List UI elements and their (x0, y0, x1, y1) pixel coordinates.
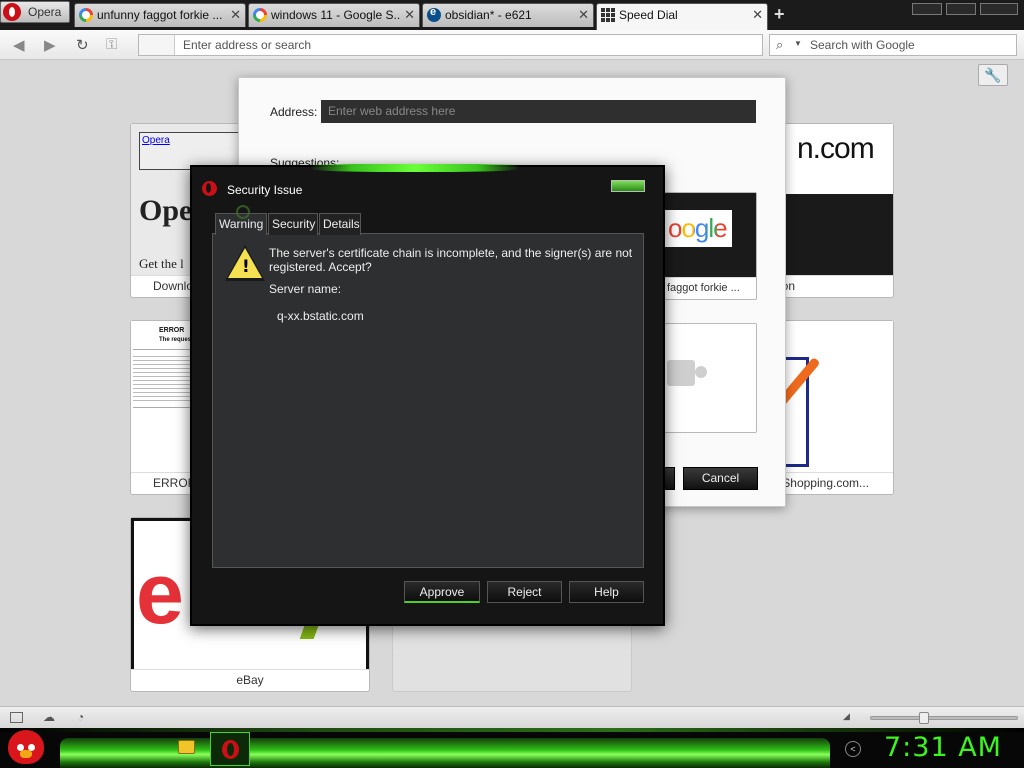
tile-caption: faggot forkie ... (665, 277, 756, 299)
address-label: Address: (270, 105, 318, 119)
address-bar[interactable]: Enter address or search (138, 34, 763, 56)
tray-arrow-icon[interactable]: < (845, 741, 861, 757)
taskbar: < 7:31 AM (0, 728, 1024, 768)
warning-message: The server's certificate chain is incomp… (269, 246, 633, 274)
minimize-icon[interactable] (912, 3, 942, 15)
opera-menu-button[interactable]: Opera (0, 1, 70, 23)
thumbnail-heading: ERROR (159, 327, 185, 334)
opera-logo-icon (3, 3, 21, 21)
ebay-logo-text: e (136, 546, 184, 642)
maximize-icon[interactable] (946, 3, 976, 15)
divider (133, 407, 193, 408)
speedometer-icon[interactable]: ◔ (77, 710, 93, 724)
dialog-title: Security Issue (227, 183, 303, 197)
window-controls (912, 3, 1018, 15)
taskbar-green-band (60, 738, 830, 768)
speed-dial-empty-tile[interactable] (392, 621, 632, 692)
puzzle-piece-knob (695, 366, 707, 378)
suggestion-google[interactable]: oogle faggot forkie ... (664, 192, 757, 300)
tab-title: obsidian* - e621 (445, 8, 532, 22)
google-icon (253, 8, 267, 22)
cancel-button[interactable]: Cancel (683, 467, 758, 490)
security-issue-dialog: Security Issue Warning Security Details … (190, 164, 665, 626)
suggestion-extension[interactable] (664, 323, 757, 433)
site-info-area[interactable] (139, 35, 175, 55)
taskbar-top-glow (0, 728, 1024, 732)
cloud-icon[interactable]: ☁ (43, 710, 59, 724)
wrench-icon[interactable]: 🔧 (978, 64, 1008, 86)
tile-caption: eBay (131, 669, 369, 691)
puzzle-piece-icon (667, 360, 695, 386)
thumbnail-subtext: Get the l (139, 256, 184, 271)
tab-obsidian[interactable]: obsidian* - e621 ✕ (422, 3, 594, 27)
tab-unfunny[interactable]: unfunny faggot forkie ... ✕ (74, 3, 246, 27)
close-icon[interactable]: ✕ (578, 7, 589, 23)
google-logo-area: oogle (665, 210, 732, 247)
search-placeholder: Search with Google (810, 38, 915, 52)
opera-menu-label: Opera (28, 5, 62, 19)
web-address-input[interactable]: Enter web address here (321, 100, 756, 123)
dialog-glow (310, 164, 520, 172)
thumbnail-heading: Ope (139, 194, 193, 227)
thumbnail-link: Opera (142, 135, 170, 146)
chevron-down-icon[interactable]: ▼ (794, 39, 802, 48)
bird-beak (20, 750, 32, 758)
opera-logo-icon (202, 181, 217, 196)
warning-icon: ! (225, 245, 265, 281)
tab-details[interactable]: Details (319, 213, 361, 235)
tab-security[interactable]: Security (268, 213, 318, 235)
new-tab-icon[interactable]: + (774, 4, 785, 25)
reject-button[interactable]: Reject (487, 581, 562, 603)
tab-title: windows 11 - Google S... (271, 8, 401, 22)
e621-icon (427, 6, 441, 22)
tab-windows-11[interactable]: windows 11 - Google S... ✕ (248, 3, 420, 27)
busy-cursor-icon (236, 205, 250, 219)
close-window-icon[interactable] (980, 3, 1018, 15)
speed-dial-icon (601, 8, 615, 22)
approve-button[interactable]: Approve (404, 581, 480, 603)
opera-logo-icon (222, 740, 239, 759)
tile-thumbnail: oogle (665, 193, 756, 278)
zoom-slider-handle[interactable] (919, 712, 929, 724)
clock[interactable]: 7:31 AM (884, 732, 1002, 763)
forward-arrow-icon[interactable]: ▶ (44, 36, 56, 54)
tab-speed-dial[interactable]: Speed Dial ✕ (596, 3, 768, 30)
search-icon: ⌕ (776, 37, 784, 52)
google-logo-text: oogle (668, 213, 728, 243)
tab-title: unfunny faggot forkie ... (97, 8, 223, 22)
amazon-logo-text: n.com (797, 132, 875, 165)
close-icon[interactable]: ✕ (230, 7, 241, 23)
dialog-close-icon[interactable] (611, 180, 645, 192)
divider (133, 349, 193, 350)
panel-toggle-icon[interactable] (10, 712, 23, 723)
google-icon (79, 8, 93, 22)
thumbnail-text-lines (133, 353, 193, 401)
address-placeholder: Enter address or search (183, 38, 312, 52)
back-arrow-icon[interactable]: ◀ (13, 36, 25, 54)
key-icon[interactable]: ⚿ (106, 36, 117, 53)
reload-icon[interactable]: ↻ (76, 36, 89, 54)
file-explorer-icon[interactable] (178, 740, 195, 754)
navigation-bar: ◀ ▶ ↻ ⚿ Enter address or search ⌕ ▼ Sear… (0, 30, 1024, 60)
close-icon[interactable]: ✕ (752, 7, 763, 23)
taskbar-opera-button[interactable] (210, 732, 250, 766)
search-field[interactable]: ⌕ ▼ Search with Google (769, 34, 1017, 56)
close-icon[interactable]: ✕ (404, 7, 415, 23)
tab-title: Speed Dial (619, 8, 678, 22)
server-name-value: q-xx.bstatic.com (277, 309, 364, 323)
help-button[interactable]: Help (569, 581, 644, 603)
tab-strip: Opera unfunny faggot forkie ... ✕ window… (0, 0, 1024, 30)
server-name-label: Server name: (269, 282, 342, 296)
zoom-slider[interactable] (870, 712, 1018, 724)
status-bar: ☁ ◔ ◢ (0, 706, 1024, 728)
view-icon[interactable]: ◢ (843, 711, 859, 725)
start-button-angry-bird-icon[interactable] (8, 730, 44, 764)
warning-exclamation: ! (242, 257, 250, 277)
speed-dial-page: 🔧 Opera Ope Get the l Downlo n.com on ER… (0, 61, 1024, 706)
